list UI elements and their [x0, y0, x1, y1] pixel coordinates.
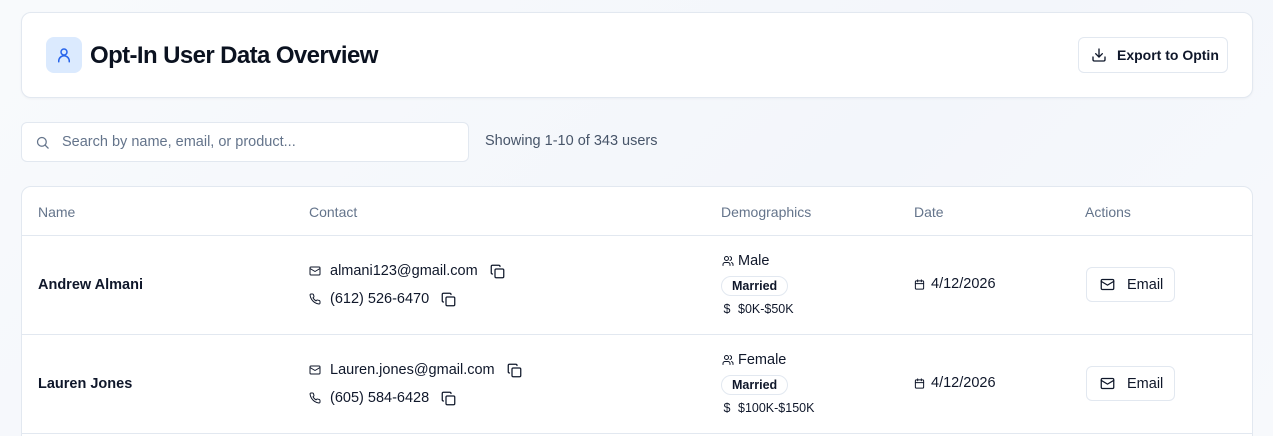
phone-text: (612) 526-6470 — [330, 291, 430, 307]
calendar-icon — [914, 278, 925, 290]
column-header-date: Date — [914, 204, 944, 220]
contact-email: almani123@gmail.com — [309, 261, 505, 281]
email-button-label: Email — [1127, 375, 1164, 392]
export-button-label: Export to Optin — [1117, 47, 1219, 63]
copy-icon[interactable] — [490, 264, 505, 279]
column-header-demographics: Demographics — [721, 204, 812, 220]
gender-text: Female — [738, 352, 787, 368]
copy-icon[interactable] — [441, 391, 456, 406]
marital-status-badge: Married — [721, 375, 789, 395]
users-table: Name Contact Demographics Date Actions A… — [21, 186, 1253, 436]
table-header: Name Contact Demographics Date Actions — [22, 187, 1252, 236]
calendar-icon — [914, 377, 925, 389]
export-button[interactable]: Export to Optin — [1078, 37, 1228, 73]
phone-icon — [309, 392, 322, 404]
date: 4/12/2026 — [914, 375, 996, 391]
dollar-icon: $ — [723, 302, 731, 316]
income-range: $ $0K-$50K — [722, 302, 794, 316]
contact-phone: (612) 526-6470 — [309, 289, 456, 309]
date-text: 4/12/2026 — [931, 276, 996, 292]
copy-icon[interactable] — [441, 292, 456, 307]
gender: Female — [722, 352, 786, 368]
date-text: 4/12/2026 — [931, 375, 996, 391]
column-header-actions: Actions — [1085, 204, 1131, 220]
income-text: $0K-$50K — [738, 302, 794, 316]
income-text: $100K-$150K — [738, 401, 815, 415]
marital-status-badge: Married — [721, 276, 789, 296]
download-icon — [1092, 48, 1106, 62]
email-text: Lauren.jones@gmail.com — [330, 362, 495, 378]
email-button[interactable]: Email — [1086, 366, 1175, 401]
mail-icon — [1100, 278, 1115, 291]
email-button[interactable]: Email — [1086, 267, 1175, 302]
result-count: Showing 1-10 of 343 users — [485, 133, 658, 149]
income-range: $ $100K-$150K — [722, 401, 815, 415]
gender: Male — [722, 253, 769, 269]
search-input[interactable] — [62, 123, 462, 161]
users-icon — [722, 355, 734, 365]
mail-icon — [1100, 377, 1115, 390]
mail-icon — [309, 265, 322, 277]
table-row: Lauren Jones Lauren.jones@gmail.com (605… — [22, 335, 1252, 434]
column-header-name: Name — [38, 204, 76, 220]
contact-email: Lauren.jones@gmail.com — [309, 360, 522, 380]
search-icon — [35, 135, 50, 155]
mail-icon — [309, 364, 322, 376]
email-button-label: Email — [1127, 276, 1164, 293]
date: 4/12/2026 — [914, 276, 996, 292]
dollar-icon: $ — [723, 401, 731, 415]
user-icon — [46, 37, 82, 73]
header-card: Opt-In User Data Overview Export to Opti… — [21, 12, 1253, 98]
phone-text: (605) 584-6428 — [330, 390, 430, 406]
users-icon — [722, 256, 734, 266]
column-header-contact: Contact — [309, 204, 358, 220]
search-box — [21, 122, 469, 162]
page-title: Opt-In User Data Overview — [90, 42, 378, 69]
phone-icon — [309, 293, 322, 305]
gender-text: Male — [738, 253, 770, 269]
contact-phone: (605) 584-6428 — [309, 388, 456, 408]
copy-icon[interactable] — [507, 363, 522, 378]
user-name: Lauren Jones — [38, 376, 133, 392]
table-row: Andrew Almani almani123@gmail.com (612) … — [22, 236, 1252, 335]
email-text: almani123@gmail.com — [330, 263, 478, 279]
user-name: Andrew Almani — [38, 277, 144, 293]
